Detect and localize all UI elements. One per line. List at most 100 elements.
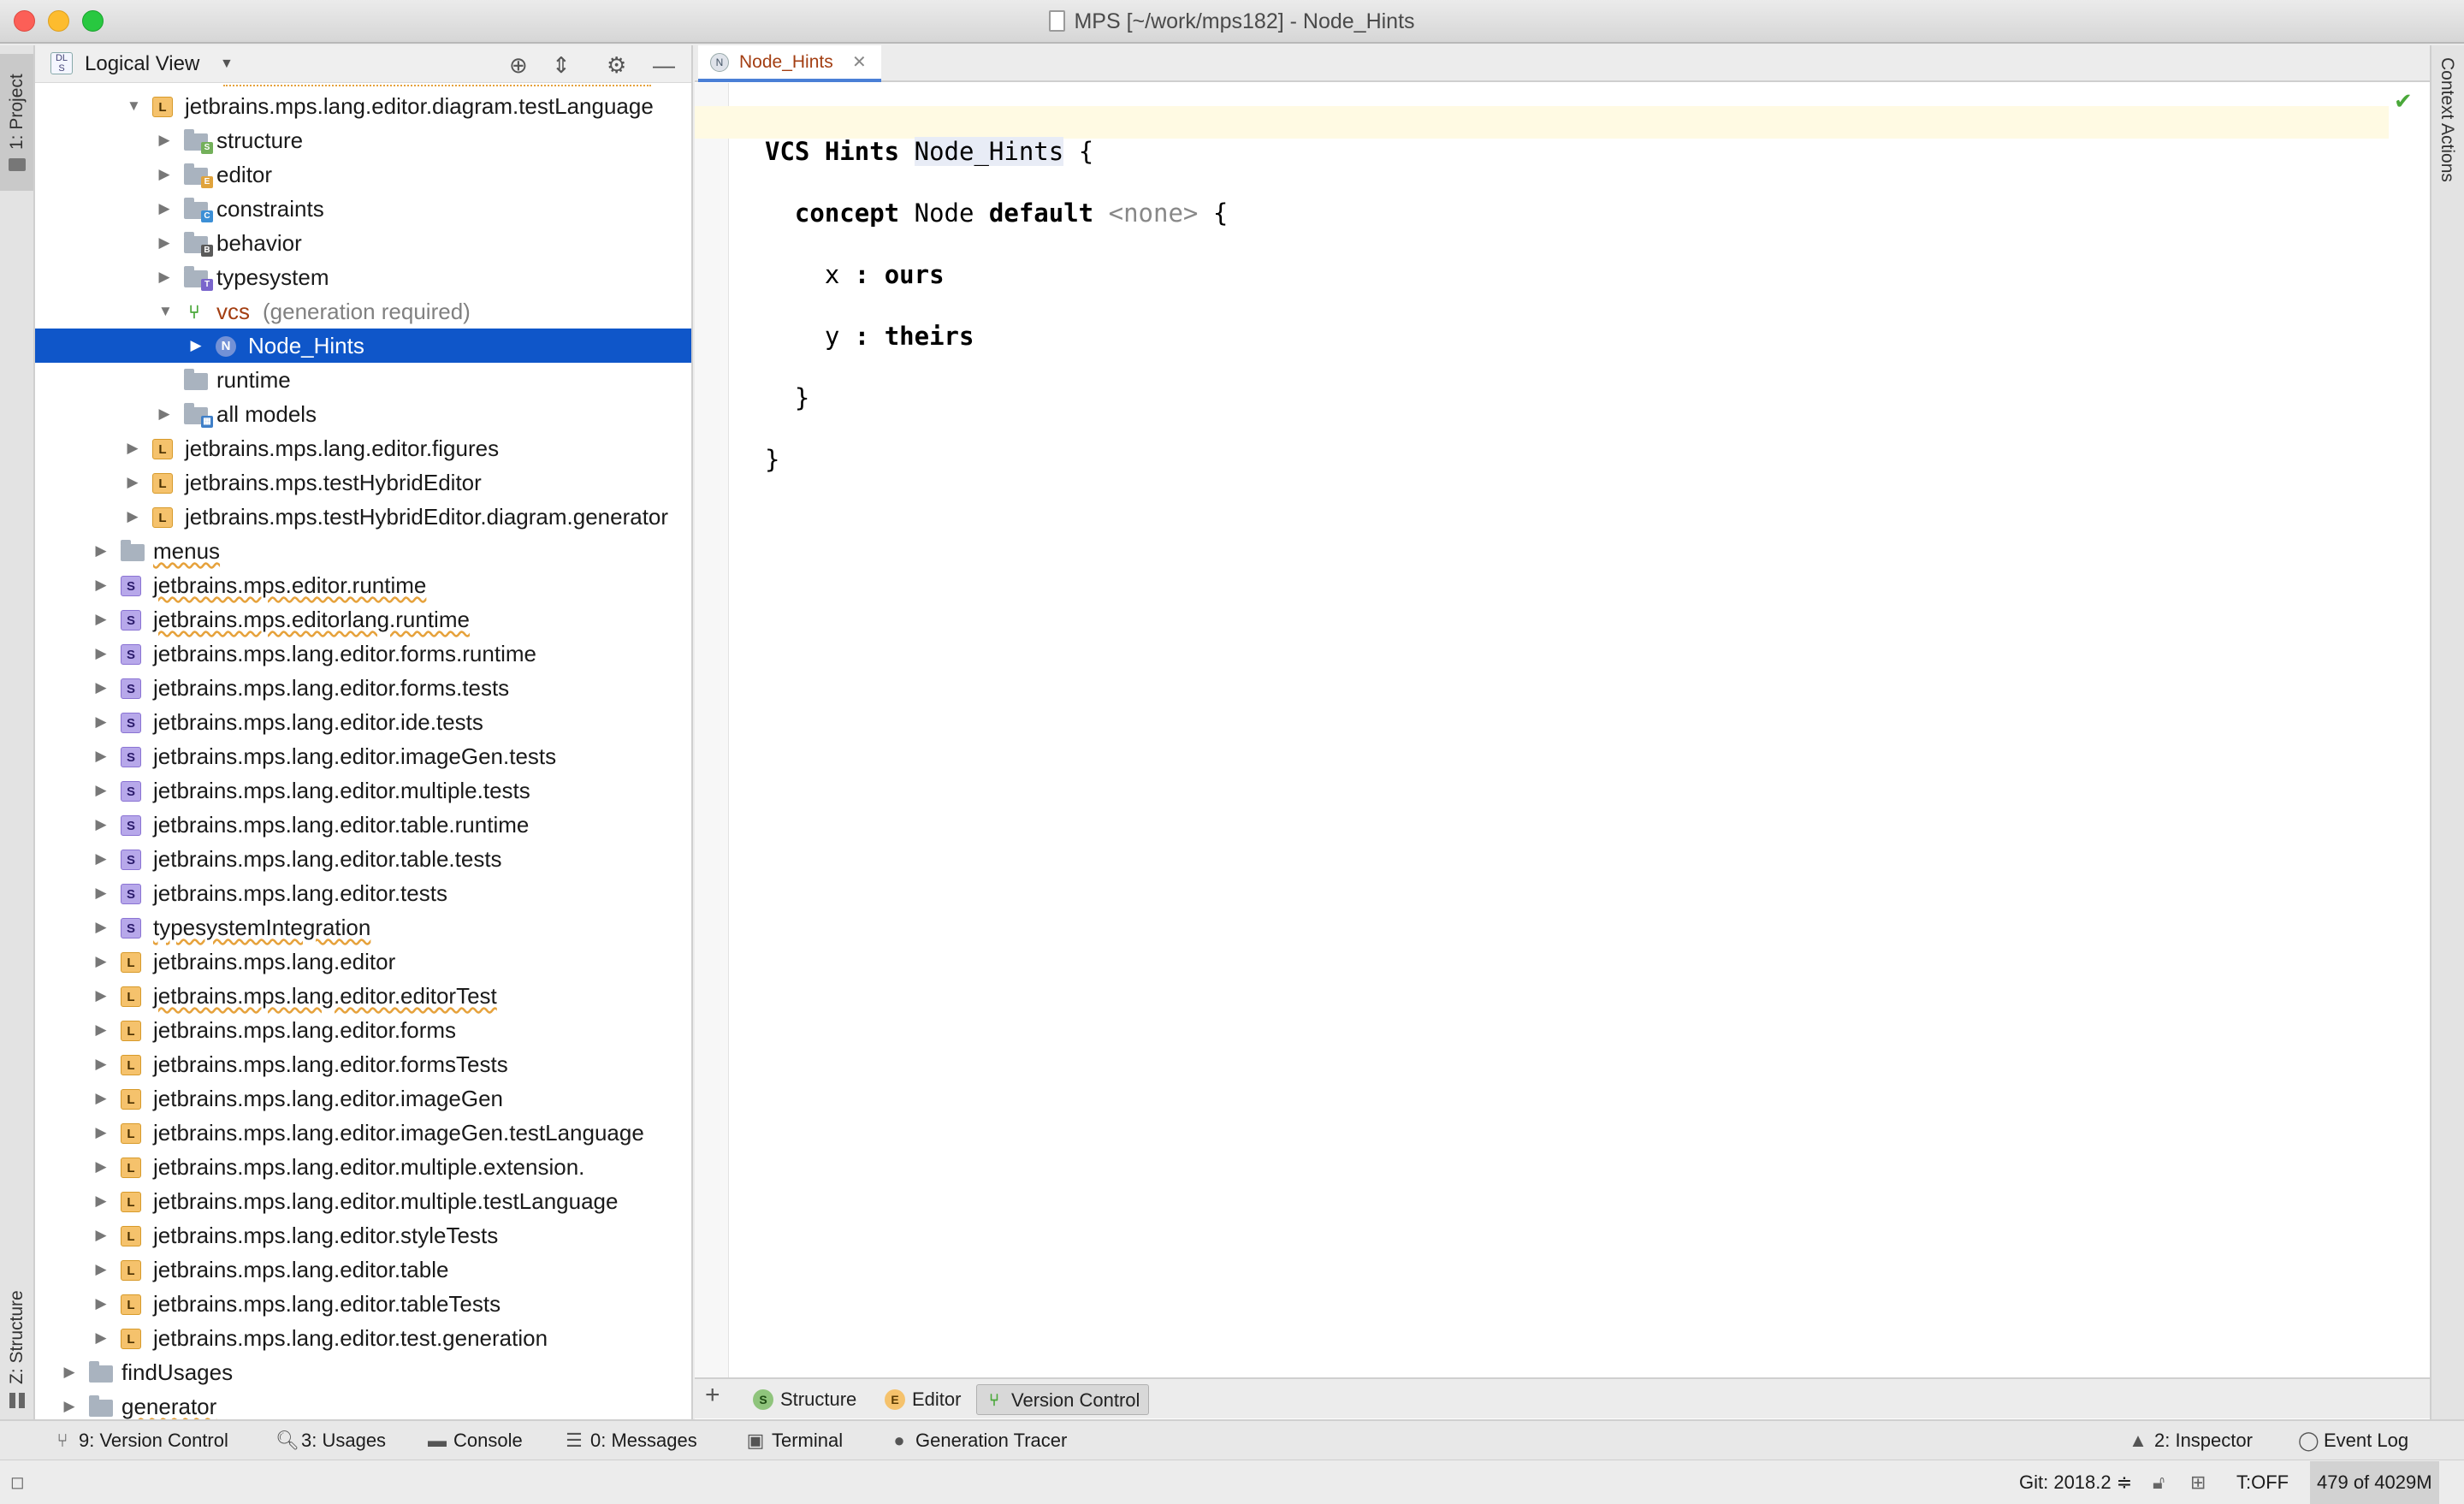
tree-folder-item[interactable]: ▶ findUsages [35, 1355, 691, 1389]
lock-icon[interactable]: 🔓︎ [2153, 1461, 2165, 1504]
tree-item[interactable]: ▶ Sjetbrains.mps.editor.runtime [35, 568, 691, 602]
tree-item[interactable]: ▶ Sjetbrains.mps.editorlang.runtime [35, 602, 691, 637]
tree-folder-item[interactable]: ▶ ▦ all models [35, 397, 691, 431]
chevron-right-icon[interactable]: ▶ [95, 1218, 107, 1252]
chevron-right-icon[interactable]: ▶ [95, 671, 107, 705]
tree-item[interactable]: ▶ Ljetbrains.mps.lang.editor [35, 944, 691, 979]
add-aspect-button[interactable]: + [705, 1381, 720, 1410]
chevron-right-icon[interactable]: ▶ [63, 1389, 75, 1419]
chevron-right-icon[interactable]: ▶ [95, 979, 107, 1013]
chevron-right-icon[interactable]: ▶ [127, 431, 139, 465]
chevron-right-icon[interactable]: ▶ [63, 1355, 75, 1389]
tree-item[interactable]: ▶ Ljetbrains.mps.lang.editor.imageGen.tes… [35, 1116, 691, 1150]
usages-tool-button[interactable]: 🔍︎3: Usages [275, 1421, 386, 1460]
chevron-right-icon[interactable]: ▶ [95, 568, 107, 602]
chevron-right-icon[interactable]: ▶ [95, 1116, 107, 1150]
inspector-tool-button[interactable]: ▲ 2: Inspector [2129, 1421, 2253, 1460]
chevron-right-icon[interactable]: ▶ [158, 157, 170, 192]
tree-item[interactable]: ▶ Ljetbrains.mps.lang.editor.imageGen [35, 1081, 691, 1116]
context-actions-tool-button[interactable]: Context Actions [2437, 57, 2457, 182]
tree-folder-item[interactable]: ▶ Cconstraints [35, 192, 691, 226]
chevron-right-icon[interactable]: ▶ [95, 808, 107, 842]
project-tool-button[interactable]: 1: Project [0, 54, 33, 191]
chevron-right-icon[interactable]: ▶ [95, 910, 107, 944]
chevron-right-icon[interactable]: ▶ [95, 739, 107, 773]
tree-folder-item[interactable]: ▶ menus [35, 534, 691, 568]
property-name[interactable]: x [825, 260, 839, 289]
tree-folder-item[interactable]: ▶ generator [35, 1389, 691, 1419]
chevron-down-icon[interactable]: ▼ [158, 294, 173, 329]
chevron-right-icon[interactable]: ▶ [127, 500, 139, 534]
chevron-right-icon[interactable]: ▶ [158, 226, 170, 260]
tree-item[interactable]: ▶ Sjetbrains.mps.lang.editor.forms.tests [35, 671, 691, 705]
read-only-toggle-icon[interactable]: ⊞ [2190, 1461, 2206, 1504]
tree-item[interactable]: ▶ StypesystemIntegration [35, 910, 691, 944]
chevron-right-icon[interactable]: ▶ [95, 773, 107, 808]
console-tool-button[interactable]: ▬ Console [428, 1421, 523, 1460]
tree-item[interactable]: ▶ Ljetbrains.mps.lang.editor.forms [35, 1013, 691, 1047]
tree-folder-item[interactable]: ▶ Sstructure [35, 123, 691, 157]
tool-windows-toggle-icon[interactable]: ◻ [10, 1461, 25, 1504]
tree-item[interactable]: ▶ Sjetbrains.mps.lang.editor.ide.tests [35, 705, 691, 739]
hide-panel-icon[interactable]: — [653, 52, 675, 79]
chevron-right-icon[interactable]: ▶ [95, 1150, 107, 1184]
tree-item[interactable]: ▶ Ljetbrains.mps.lang.editor.table [35, 1252, 691, 1287]
event-log-tool-button[interactable]: ◯ Event Log [2298, 1421, 2408, 1460]
chevron-right-icon[interactable]: ▶ [95, 1013, 107, 1047]
default-value[interactable]: <none> [1109, 198, 1199, 228]
tree-item[interactable]: ▶ Ljetbrains.mps.lang.editor.formsTests [35, 1047, 691, 1081]
chevron-right-icon[interactable]: ▶ [158, 123, 170, 157]
tab-node-hints[interactable]: N Node_Hints ✕ [698, 45, 881, 82]
generation-tracer-tool-button[interactable]: ● Generation Tracer [890, 1421, 1067, 1460]
property-name[interactable]: y [825, 322, 839, 351]
chevron-right-icon[interactable]: ▶ [158, 260, 170, 294]
tree-item[interactable]: ▶ Ljetbrains.mps.testHybridEditor.diagram… [35, 500, 691, 534]
locate-icon[interactable]: ⊕ [509, 52, 528, 79]
git-branch-widget[interactable]: Git: 2018.2 ≑ [2019, 1461, 2132, 1504]
tree-item[interactable]: ▶ Sjetbrains.mps.lang.editor.forms.runtim… [35, 637, 691, 671]
structure-aspect-tab[interactable]: S Structure [746, 1384, 874, 1415]
code-editor[interactable]: VCS Hints Node_Hints { concept Node defa… [765, 105, 1228, 536]
tree-item[interactable]: ▼ Ljetbrains.mps.lang.editor.diagram.test… [35, 89, 691, 123]
memory-indicator[interactable]: 479 of 4029M [2310, 1461, 2439, 1504]
tree-item[interactable]: ▶ Sjetbrains.mps.lang.editor.tests [35, 876, 691, 910]
chevron-right-icon[interactable]: ▶ [95, 705, 107, 739]
chevron-right-icon[interactable]: ▶ [95, 602, 107, 637]
chevron-right-icon[interactable]: ▶ [95, 1184, 107, 1218]
tree-item[interactable]: ▶ Ljetbrains.mps.lang.editor.editorTest [35, 979, 691, 1013]
chevron-right-icon[interactable]: ▶ [190, 329, 202, 363]
close-tab-icon[interactable]: ✕ [852, 45, 867, 80]
editor-aspect-tab[interactable]: E Editor [878, 1384, 989, 1415]
typing-mode-widget[interactable]: T:OFF [2236, 1461, 2289, 1504]
collapse-all-icon[interactable]: ⇕ [552, 52, 571, 79]
concept-ref[interactable]: Node [915, 198, 974, 228]
tree-item[interactable]: ▶ Ljetbrains.mps.testHybridEditor [35, 465, 691, 500]
gear-icon[interactable]: ⚙ [607, 52, 626, 79]
chevron-right-icon[interactable]: ▶ [95, 1287, 107, 1321]
tree-item[interactable]: ▶ Ljetbrains.mps.lang.editor.multiple.tes… [35, 1184, 691, 1218]
tree-item[interactable]: ▶ Sjetbrains.mps.lang.editor.table.runtim… [35, 808, 691, 842]
chevron-right-icon[interactable]: ▶ [95, 944, 107, 979]
chevron-right-icon[interactable]: ▶ [95, 1321, 107, 1355]
chevron-down-icon[interactable]: ▼ [220, 45, 234, 83]
tree-item[interactable]: ▶ Sjetbrains.mps.lang.editor.imageGen.tes… [35, 739, 691, 773]
messages-tool-button[interactable]: ☰ 0: Messages [565, 1421, 697, 1460]
tree-item[interactable]: ▶ Ljetbrains.mps.lang.editor.test.generat… [35, 1321, 691, 1355]
chevron-right-icon[interactable]: ▶ [95, 1252, 107, 1287]
chevron-right-icon[interactable]: ▶ [95, 637, 107, 671]
tree-folder-item[interactable]: ▶ Ttypesystem [35, 260, 691, 294]
chevron-right-icon[interactable]: ▶ [95, 534, 107, 568]
tree-folder-item[interactable]: ▶ Bbehavior [35, 226, 691, 260]
chevron-right-icon[interactable]: ▶ [127, 465, 139, 500]
tree-folder-item[interactable]: ▶ Eeditor [35, 157, 691, 192]
chevron-right-icon[interactable]: ▶ [95, 1081, 107, 1116]
tree-item[interactable]: ▶ Ljetbrains.mps.lang.editor.styleTests [35, 1218, 691, 1252]
tree-folder-item[interactable]: runtime [35, 363, 691, 397]
tree-item[interactable]: ▼ ⑂ vcs (generation required) [35, 294, 691, 329]
tree-item[interactable]: ▶ Ljetbrains.mps.lang.editor.multiple.ext… [35, 1150, 691, 1184]
terminal-tool-button[interactable]: ▣ Terminal [746, 1421, 844, 1460]
chevron-right-icon[interactable]: ▶ [95, 842, 107, 876]
chevron-right-icon[interactable]: ▶ [158, 397, 170, 431]
tree-item[interactable]: ▶ N Node_Hints [35, 329, 691, 363]
chevron-right-icon[interactable]: ▶ [95, 1047, 107, 1081]
